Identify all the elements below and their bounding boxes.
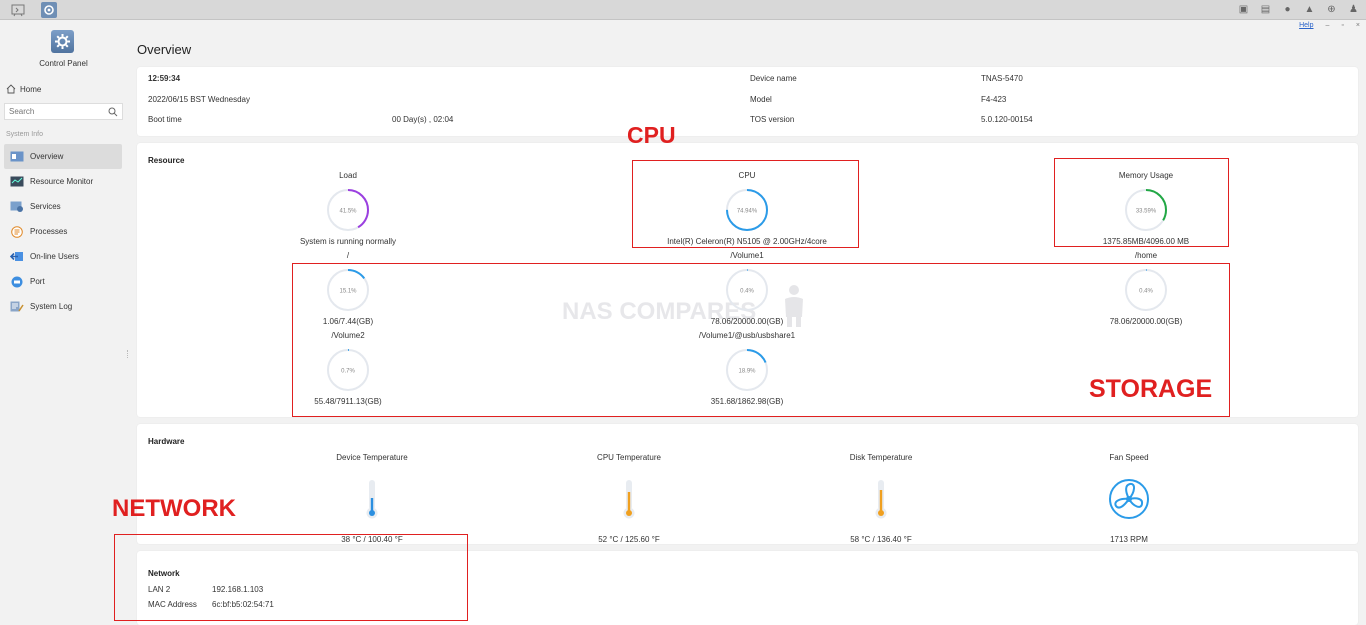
minimize-button[interactable]: – <box>1326 22 1330 29</box>
sidebar-item-services[interactable]: Services <box>4 194 122 219</box>
app-title: Control Panel <box>39 59 88 68</box>
hw-label: Disk Temperature <box>849 453 913 462</box>
monitor-icon[interactable]: ▤ <box>1259 3 1272 16</box>
tos-version-label: TOS version <box>750 115 795 124</box>
tos-version-value: 5.0.120-00154 <box>981 115 1033 124</box>
bell-icon[interactable]: ▲ <box>1303 3 1316 16</box>
cpu-temperature: CPU Temperature 52 °C / 125.60 °F <box>509 453 749 544</box>
hardware-card: Hardware Device Temperature 38 °C / 100.… <box>137 424 1358 544</box>
thermometer-icon <box>623 480 635 519</box>
network-annotation-box <box>114 534 468 621</box>
page-title: Overview <box>137 42 192 57</box>
home-label: Home <box>20 84 42 94</box>
sidebar-item-label: Overview <box>30 152 64 161</box>
sidebar-item-system-log[interactable]: System Log <box>4 294 122 319</box>
restore-button[interactable]: ▫ <box>1341 22 1343 29</box>
gauge-label: / <box>346 251 350 260</box>
taskbar: ▣ ▤ ● ▲ ⊕ ♟ <box>0 0 1366 20</box>
overview-icon <box>10 151 24 162</box>
control-panel-taskbar-icon[interactable] <box>41 2 57 18</box>
device-name-value: TNAS-5470 <box>981 74 1023 83</box>
system-info-card: 12:59:34 2022/06/15 BST Wednesday Boot t… <box>137 67 1358 136</box>
sidebar-item-label: System Log <box>30 302 73 311</box>
window-controls: Help – ▫ × <box>1299 22 1360 29</box>
thermometer-icon <box>875 480 887 519</box>
sidebar-item-label: On-line Users <box>30 252 79 261</box>
hw-label: Fan Speed <box>1109 453 1149 462</box>
sidebar-item-label: Services <box>30 202 61 211</box>
fan-icon <box>1109 479 1149 519</box>
thermometer-icon <box>366 480 378 519</box>
gauge-percent: 41.5% <box>339 209 357 215</box>
network-annotation-label: NETWORK <box>112 495 236 522</box>
system-tray: ▣ ▤ ● ▲ ⊕ ♟ <box>1237 3 1360 16</box>
close-button[interactable]: × <box>1356 22 1360 29</box>
load-status: System is running normally <box>299 237 397 246</box>
control-panel-icon <box>51 30 74 53</box>
port-icon <box>10 276 24 287</box>
device-temperature: Device Temperature 38 °C / 100.40 °F <box>252 453 492 544</box>
chat-icon[interactable]: ● <box>1281 3 1294 16</box>
sidebar-nav: Overview Resource Monitor Services Proce… <box>4 144 122 319</box>
cpu-annotation-box <box>632 160 859 248</box>
load-gauge: Load 41.5% System is running normally <box>228 171 468 246</box>
hw-value: 52 °C / 125.60 °F <box>598 535 660 544</box>
hw-label: Device Temperature <box>336 453 408 462</box>
sidebar-item-online-users[interactable]: On-line Users <box>4 244 122 269</box>
home-link[interactable]: Home <box>6 84 41 94</box>
current-time: 12:59:34 <box>148 74 181 83</box>
resource-title: Resource <box>148 156 185 165</box>
sidebar-item-label: Port <box>30 277 45 286</box>
processes-icon <box>10 225 24 238</box>
device-name-label: Device name <box>750 74 797 83</box>
sidebar-item-label: Processes <box>30 227 68 236</box>
online-users-icon <box>10 251 24 262</box>
hw-label: CPU Temperature <box>597 453 661 462</box>
printer-icon[interactable]: ▣ <box>1237 3 1250 16</box>
model-label: Model <box>750 95 772 104</box>
sidebar-item-overview[interactable]: Overview <box>4 144 122 169</box>
system-log-icon <box>10 301 24 312</box>
gauge-label: Load <box>339 171 357 180</box>
sidebar-item-processes[interactable]: Processes <box>4 219 122 244</box>
sidebar-item-port[interactable]: Port <box>4 269 122 294</box>
services-icon <box>10 201 24 212</box>
desktop-icon[interactable] <box>10 2 26 18</box>
hw-value: 1713 RPM <box>1110 535 1148 544</box>
sidebar-item-resource-monitor[interactable]: Resource Monitor <box>4 169 122 194</box>
help-link[interactable]: Help <box>1299 22 1313 29</box>
disk-temperature: Disk Temperature 58 °C / 136.40 °F <box>761 453 1001 544</box>
current-date: 2022/06/15 BST Wednesday <box>148 95 250 104</box>
section-label: System Info <box>6 131 43 138</box>
home-icon <box>6 84 16 94</box>
hardware-title: Hardware <box>148 437 185 446</box>
globe-icon[interactable]: ⊕ <box>1325 3 1338 16</box>
sidebar: Control Panel Home System Info Overview … <box>0 21 127 625</box>
cpu-annotation-label: CPU <box>627 122 676 148</box>
resource-monitor-icon <box>10 176 24 187</box>
model-value: F4-423 <box>981 95 1007 104</box>
fan-speed: Fan Speed 1713 RPM <box>1009 453 1249 544</box>
sidebar-splitter[interactable] <box>127 350 129 358</box>
gauge-label: /Volume1 <box>730 251 764 260</box>
search-input[interactable] <box>5 107 105 116</box>
boot-time-label: Boot time <box>148 115 182 124</box>
search-icon[interactable] <box>108 107 118 117</box>
gauge-label: /home <box>1134 251 1158 260</box>
memory-annotation-box <box>1054 158 1229 247</box>
sidebar-item-label: Resource Monitor <box>30 177 94 186</box>
storage-annotation-label: STORAGE <box>1089 375 1213 403</box>
boot-time-value: 00 Day(s) , 02:04 <box>392 115 454 124</box>
search-box <box>4 103 123 120</box>
user-icon[interactable]: ♟ <box>1347 3 1360 16</box>
hw-value: 58 °C / 136.40 °F <box>850 535 912 544</box>
load-ring: 41.5% <box>327 189 369 231</box>
